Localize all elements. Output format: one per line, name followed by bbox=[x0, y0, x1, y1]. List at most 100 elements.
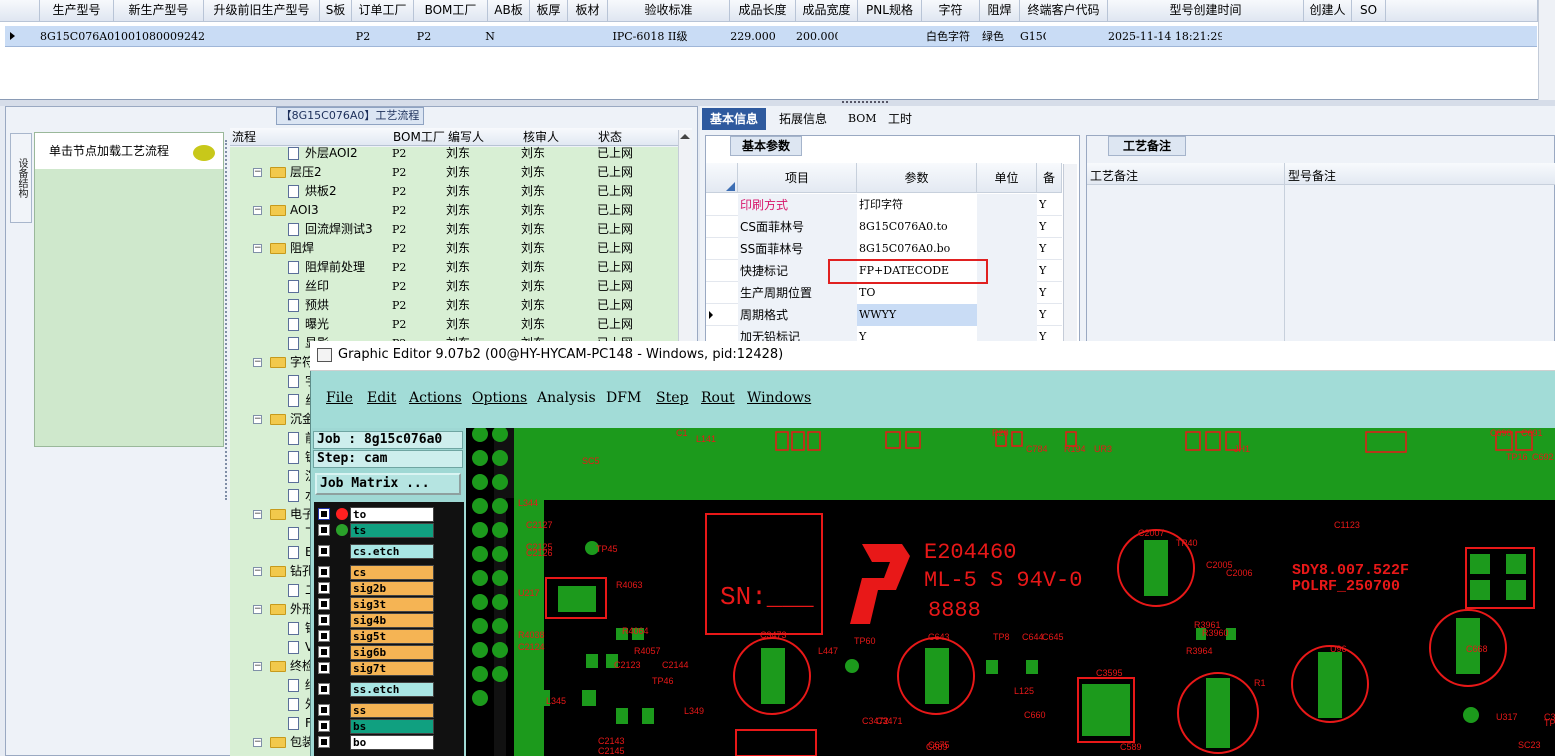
table-cell[interactable]: 200.000 bbox=[796, 27, 838, 47]
col-header[interactable]: 字符 bbox=[922, 0, 980, 22]
tree-node-label[interactable]: 层压2 bbox=[290, 163, 322, 182]
layer-name[interactable]: sig7t bbox=[350, 661, 434, 676]
layer-checkbox[interactable] bbox=[318, 614, 330, 626]
layer-checkbox[interactable] bbox=[318, 566, 330, 578]
col-header[interactable]: S板 bbox=[320, 0, 352, 22]
param-value[interactable]: 8G15C076A0.to bbox=[857, 216, 977, 238]
process-notes-field[interactable] bbox=[1087, 186, 1284, 344]
layer-row[interactable]: sig7t bbox=[316, 661, 434, 676]
table-cell[interactable]: 白色字符 bbox=[922, 27, 974, 47]
panel-splitter[interactable] bbox=[225, 140, 229, 500]
menu-analysis[interactable]: Analysis bbox=[537, 389, 596, 407]
collapse-icon[interactable]: − bbox=[253, 358, 262, 367]
layer-row[interactable]: sig3t bbox=[316, 597, 434, 612]
param-flag[interactable]: Y bbox=[1039, 238, 1061, 260]
tree-node-label[interactable]: 烘板2 bbox=[305, 182, 337, 201]
tree-node-label[interactable]: 曝光 bbox=[305, 315, 329, 334]
param-item[interactable]: 印刷方式 bbox=[738, 194, 857, 216]
tab-work-hours[interactable]: 工时 bbox=[882, 108, 918, 130]
param-unit[interactable] bbox=[977, 216, 1037, 238]
param-flag[interactable]: Y bbox=[1039, 216, 1061, 238]
tree-row[interactable]: − 阻焊 P2 刘东 刘东 已上网 bbox=[230, 239, 678, 258]
col-header[interactable]: 编写人 bbox=[448, 129, 484, 145]
layer-row[interactable]: sig4b bbox=[316, 613, 434, 628]
col-header[interactable]: PNL规格 bbox=[858, 0, 922, 22]
param-unit[interactable] bbox=[977, 304, 1037, 326]
layer-name[interactable]: sig2b bbox=[350, 581, 434, 596]
tree-row[interactable]: 阻焊前处理 P2 刘东 刘东 已上网 bbox=[230, 258, 678, 277]
col-header[interactable]: 板材 bbox=[568, 0, 608, 22]
layer-name[interactable]: sig6b bbox=[350, 645, 434, 660]
layer-checkbox[interactable] bbox=[318, 508, 330, 520]
col-header[interactable]: 核审人 bbox=[523, 129, 559, 145]
col-header[interactable]: 终端客户代码 bbox=[1020, 0, 1108, 22]
layer-checkbox[interactable] bbox=[318, 662, 330, 674]
layer-checkbox[interactable] bbox=[318, 524, 330, 536]
table-cell[interactable]: P2 bbox=[352, 27, 374, 47]
table-row[interactable]: 周期格式 WWYY Y bbox=[706, 304, 1062, 326]
col-header[interactable]: BOM工厂 bbox=[414, 0, 488, 22]
menu-dfm[interactable]: DFM bbox=[606, 389, 641, 407]
col-header[interactable]: BOM工厂 bbox=[393, 129, 445, 145]
param-flag[interactable]: Y bbox=[1039, 260, 1061, 282]
col-header[interactable]: AB板 bbox=[488, 0, 530, 22]
collapse-icon[interactable]: − bbox=[253, 738, 262, 747]
tree-row[interactable]: 预烘 P2 刘东 刘东 已上网 bbox=[230, 296, 678, 315]
col-header[interactable]: 创建人 bbox=[1304, 0, 1352, 22]
menu-file[interactable]: File bbox=[326, 389, 353, 407]
collapse-icon[interactable]: − bbox=[253, 662, 262, 671]
param-flag[interactable]: Y bbox=[1039, 194, 1061, 216]
col-header[interactable]: 成品宽度 bbox=[796, 0, 858, 22]
col-header[interactable]: 型号备注 bbox=[1288, 167, 1336, 184]
tab-bom[interactable]: BOM bbox=[842, 108, 883, 130]
param-unit[interactable] bbox=[977, 282, 1037, 304]
tab-basic-info[interactable]: 基本信息 bbox=[702, 108, 766, 130]
param-flag[interactable]: Y bbox=[1039, 282, 1061, 304]
layer-row[interactable]: bo bbox=[316, 735, 434, 750]
col-header[interactable]: 验收标准 bbox=[608, 0, 730, 22]
col-header[interactable]: 备 bbox=[1037, 163, 1062, 193]
col-header[interactable]: 生产型号 bbox=[40, 0, 114, 22]
layer-checkbox[interactable] bbox=[318, 582, 330, 594]
col-header[interactable]: 单位 bbox=[977, 163, 1037, 193]
layer-name[interactable]: cs.etch bbox=[350, 544, 434, 559]
collapse-icon[interactable]: − bbox=[253, 567, 262, 576]
layer-row[interactable]: sig6b bbox=[316, 645, 434, 660]
layer-checkbox[interactable] bbox=[318, 630, 330, 642]
layer-name[interactable]: cs bbox=[350, 565, 434, 580]
tree-row[interactable]: − AOI3 P2 刘东 刘东 已上网 bbox=[230, 201, 678, 220]
tab-extended-info[interactable]: 拓展信息 bbox=[773, 108, 833, 130]
tree-row[interactable]: 曝光 P2 刘东 刘东 已上网 bbox=[230, 315, 678, 334]
tree-node-label[interactable]: 预烘 bbox=[305, 296, 329, 315]
tree-node-label[interactable]: 外层AOI2 bbox=[305, 144, 358, 163]
side-tab[interactable]: 设备结构 bbox=[10, 133, 32, 223]
col-header[interactable]: 工艺备注 bbox=[1090, 167, 1138, 184]
param-item[interactable]: 周期格式 bbox=[738, 304, 857, 326]
menu-actions[interactable]: Actions bbox=[409, 389, 462, 407]
layer-name[interactable]: sig5t bbox=[350, 629, 434, 644]
pcb-canvas[interactable]: E204460 ML-5 S 94V-0 8888 SN:___ SDY8.00… bbox=[466, 428, 1555, 756]
layer-name[interactable]: ss bbox=[350, 703, 434, 718]
menu-rout[interactable]: Rout bbox=[701, 389, 735, 407]
col-header[interactable]: 流程 bbox=[232, 129, 256, 145]
table-cell[interactable]: 8G15C076A0 bbox=[40, 27, 114, 47]
col-header[interactable]: 参数 bbox=[857, 163, 977, 193]
param-value[interactable]: WWYY bbox=[857, 304, 977, 326]
param-unit[interactable] bbox=[977, 194, 1037, 216]
tree-row[interactable]: 回流焊测试3 P2 刘东 刘东 已上网 bbox=[230, 220, 678, 239]
layer-row[interactable]: cs bbox=[316, 565, 434, 580]
table-row[interactable]: CS面菲林号 8G15C076A0.to Y bbox=[706, 216, 1062, 238]
collapse-icon[interactable]: − bbox=[253, 206, 262, 215]
model-notes-field[interactable] bbox=[1285, 186, 1554, 344]
layer-checkbox[interactable] bbox=[318, 720, 330, 732]
params-scrollbar[interactable] bbox=[1063, 164, 1077, 344]
table-row[interactable]: SS面菲林号 8G15C076A0.bo Y bbox=[706, 238, 1062, 260]
table-cell[interactable]: 229.000 bbox=[730, 27, 776, 47]
col-header[interactable]: 新生产型号 bbox=[114, 0, 204, 22]
menu-windows[interactable]: Windows bbox=[747, 389, 811, 407]
table-row[interactable]: 生产周期位置 TO Y bbox=[706, 282, 1062, 304]
tree-row[interactable]: − 层压2 P2 刘东 刘东 已上网 bbox=[230, 163, 678, 182]
tree-node-label[interactable]: 阻焊前处理 bbox=[305, 258, 365, 277]
layer-name[interactable]: ss.etch bbox=[350, 682, 434, 697]
param-item[interactable]: CS面菲林号 bbox=[738, 216, 857, 238]
